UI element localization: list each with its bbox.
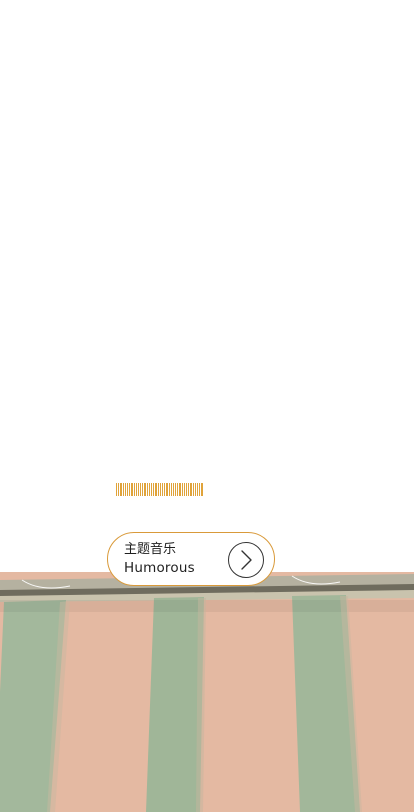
waveform-bar — [140, 483, 142, 496]
next-track-button[interactable] — [228, 542, 264, 578]
waveform-bar — [168, 483, 170, 496]
waveform-bar — [201, 483, 203, 496]
chevron-right-icon — [241, 550, 252, 570]
theme-music-text: 主题音乐 Humorous — [124, 541, 195, 577]
waveform-bar — [144, 483, 146, 496]
waveform-bar — [120, 483, 122, 496]
waveform-bar — [181, 483, 183, 496]
waveform-bar — [118, 483, 120, 496]
waveform-bar — [177, 483, 179, 496]
plate-illustration — [0, 572, 414, 812]
waveform-bar — [116, 483, 118, 496]
waveform-bar — [146, 483, 148, 496]
audio-waveform-icon — [116, 483, 212, 496]
waveform-bar — [196, 483, 199, 496]
waveform-bar — [142, 483, 144, 496]
waveform-bar — [148, 483, 150, 496]
waveform-bar — [175, 483, 177, 496]
waveform-bar — [161, 483, 164, 496]
theme-music-title: 主题音乐 — [124, 542, 177, 557]
screen: 主题音乐 Humorous — [0, 0, 414, 812]
waveform-bar — [126, 483, 129, 496]
waveform-bar — [135, 483, 137, 496]
waveform-bar — [129, 483, 131, 496]
waveform-bar — [151, 483, 153, 496]
waveform-bar — [164, 483, 166, 496]
waveform-bar — [190, 483, 192, 496]
waveform-bar — [159, 483, 161, 496]
waveform-bar — [170, 483, 172, 496]
waveform-bar — [155, 483, 157, 496]
striped-plate-photo — [0, 572, 414, 812]
waveform-bar — [172, 483, 175, 496]
waveform-bar — [192, 483, 194, 496]
waveform-bar — [199, 483, 201, 496]
waveform-bar — [153, 483, 155, 496]
waveform-bar — [122, 483, 124, 496]
waveform-bar — [131, 483, 133, 496]
waveform-bar — [194, 483, 196, 496]
waveform-bar — [188, 483, 190, 496]
waveform-bar — [157, 483, 159, 496]
waveform-bar — [133, 483, 135, 496]
waveform-bar — [183, 483, 185, 496]
waveform-bar — [166, 483, 168, 496]
theme-music-button[interactable]: 主题音乐 Humorous — [107, 532, 275, 586]
waveform-bar — [179, 483, 181, 496]
waveform-bar — [137, 483, 140, 496]
waveform-bar — [124, 483, 126, 496]
waveform-bar — [186, 483, 188, 496]
track-name: Humorous — [124, 560, 195, 576]
